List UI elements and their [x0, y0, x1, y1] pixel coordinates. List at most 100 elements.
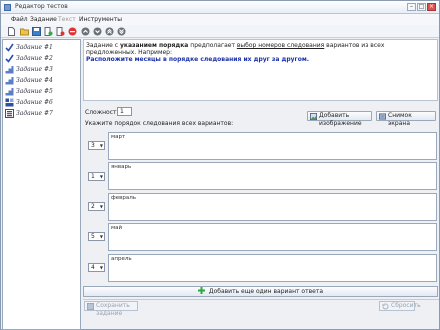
blocks-icon: [5, 98, 14, 107]
move-top-button[interactable]: [105, 27, 114, 36]
order-select-1[interactable]: 3 ▼: [88, 141, 105, 150]
chevron-down-icon: ▼: [99, 143, 103, 148]
task-item-3[interactable]: Задание #3: [5, 64, 81, 75]
remove-button[interactable]: [68, 27, 77, 36]
answer-text: январь: [111, 164, 132, 170]
answer-field-2[interactable]: январь: [108, 162, 437, 190]
app-icon: [4, 4, 11, 11]
answer-field-4[interactable]: май: [108, 223, 437, 251]
task-label: Задание #4: [16, 77, 53, 84]
task-label: Задание #6: [16, 99, 53, 106]
answer-text: апрель: [111, 256, 132, 262]
answer-text: март: [111, 134, 126, 140]
arrow-down-icon: [93, 27, 102, 36]
delete-task-button[interactable]: [56, 27, 65, 36]
checkmark-icon: [5, 54, 14, 63]
answer-field-1[interactable]: март: [108, 132, 437, 160]
remove-icon: [68, 27, 77, 36]
chevron-down-icon: ▼: [99, 265, 103, 270]
task-item-2[interactable]: Задание #2: [5, 53, 81, 64]
document-add-icon: [44, 27, 53, 36]
double-arrow-down-icon: [117, 27, 126, 36]
answer-field-3[interactable]: февраль: [108, 193, 437, 221]
staircase-icon: [5, 77, 14, 85]
title-bar: Редактор тестов – □ ×: [1, 1, 439, 14]
task-item-5[interactable]: Задание #5: [5, 86, 81, 97]
task-item-4[interactable]: Задание #4: [5, 75, 81, 86]
screenshot-button[interactable]: Снимок экрана: [376, 111, 436, 127]
question-underlined: выбор номеров следования: [236, 42, 325, 49]
menu-file[interactable]: Файл: [11, 16, 28, 23]
task-label: Задание #5: [16, 88, 53, 95]
menu-text[interactable]: Текст: [58, 16, 76, 23]
list-order-icon: [5, 109, 14, 118]
document-delete-icon: [56, 27, 65, 36]
order-value: 5: [91, 233, 95, 240]
task-item-1[interactable]: Задание #1: [5, 42, 81, 53]
save-icon: [32, 27, 41, 36]
task-editor: Задание с указанием порядка предполагает…: [83, 39, 439, 330]
arrow-up-icon: [81, 27, 90, 36]
staircase-icon: [5, 66, 14, 74]
new-document-button[interactable]: [7, 27, 16, 36]
chevron-down-icon: ▼: [99, 204, 103, 209]
footer-divider: [83, 299, 439, 300]
order-value: 2: [91, 203, 95, 210]
add-answer-label: Добавить еще один вариант ответа: [208, 288, 323, 295]
answer-text: май: [111, 225, 123, 231]
task-label: Задание #3: [16, 66, 53, 73]
move-bottom-button[interactable]: [117, 27, 126, 36]
task-item-6[interactable]: Задание #6: [5, 97, 81, 108]
task-label: Задание #1: [16, 44, 53, 51]
difficulty-spinner[interactable]: 1: [117, 107, 132, 116]
double-arrow-up-icon: [105, 27, 114, 36]
question-text-area[interactable]: Задание с указанием порядка предполагает…: [83, 39, 438, 101]
maximize-button[interactable]: □: [417, 3, 426, 11]
menu-bar: Файл Задание Текст Инструменты: [1, 14, 439, 25]
question-example: Расположите месяцы в порядке следования …: [86, 56, 309, 63]
order-select-4[interactable]: 5 ▼: [88, 232, 105, 241]
save-task-button[interactable]: Сохранить задание: [84, 301, 138, 317]
close-button[interactable]: ×: [427, 3, 436, 11]
order-select-5[interactable]: 4 ▼: [88, 263, 105, 272]
screenshot-label: Снимок экрана: [388, 112, 412, 127]
save-button[interactable]: [32, 27, 41, 36]
checkmark-icon: [5, 43, 14, 52]
toolbar: [1, 25, 439, 38]
order-select-2[interactable]: 1 ▼: [88, 172, 105, 181]
question-bold: указанием порядка: [119, 42, 189, 49]
order-value: 1: [91, 173, 95, 180]
reset-button[interactable]: Сбросить: [379, 301, 421, 311]
move-up-button[interactable]: [81, 27, 90, 36]
window-title: Редактор тестов: [15, 3, 68, 10]
add-answer-button[interactable]: Добавить еще один вариант ответа: [83, 286, 438, 297]
task-label: Задание #2: [16, 55, 53, 62]
chevron-down-icon: ▼: [99, 234, 103, 239]
order-value: 3: [91, 142, 95, 149]
question-text: предполагает: [188, 42, 237, 49]
order-value: 4: [91, 264, 95, 271]
task-list: Задание #1 Задание #2 Задание #3 Задание…: [2, 39, 81, 330]
reset-label: Сбросить: [391, 302, 421, 309]
answer-field-5[interactable]: апрель: [108, 254, 437, 282]
task-label: Задание #7: [16, 110, 53, 117]
menu-task[interactable]: Задание: [30, 16, 57, 23]
screenshot-icon: [379, 113, 386, 120]
minimize-button[interactable]: –: [407, 3, 416, 11]
add-image-button[interactable]: Добавить изображение: [307, 111, 372, 127]
editor-window: Редактор тестов – □ × Файл Задание Текст…: [0, 0, 440, 330]
task-item-7[interactable]: Задание #7: [5, 108, 81, 119]
order-instructions: Укажите порядок следования всех варианто…: [85, 120, 234, 127]
new-document-icon: [8, 27, 15, 36]
open-button[interactable]: [20, 27, 29, 36]
order-select-3[interactable]: 2 ▼: [88, 202, 105, 211]
menu-tools[interactable]: Инструменты: [79, 16, 122, 23]
chevron-down-icon: ▼: [99, 174, 103, 179]
move-down-button[interactable]: [93, 27, 102, 36]
plus-icon: [197, 287, 205, 294]
add-task-button[interactable]: [44, 27, 53, 36]
answer-text: февраль: [111, 195, 136, 201]
question-text: Задание с: [86, 42, 120, 49]
undo-icon: [382, 303, 389, 310]
image-icon: [310, 113, 317, 120]
